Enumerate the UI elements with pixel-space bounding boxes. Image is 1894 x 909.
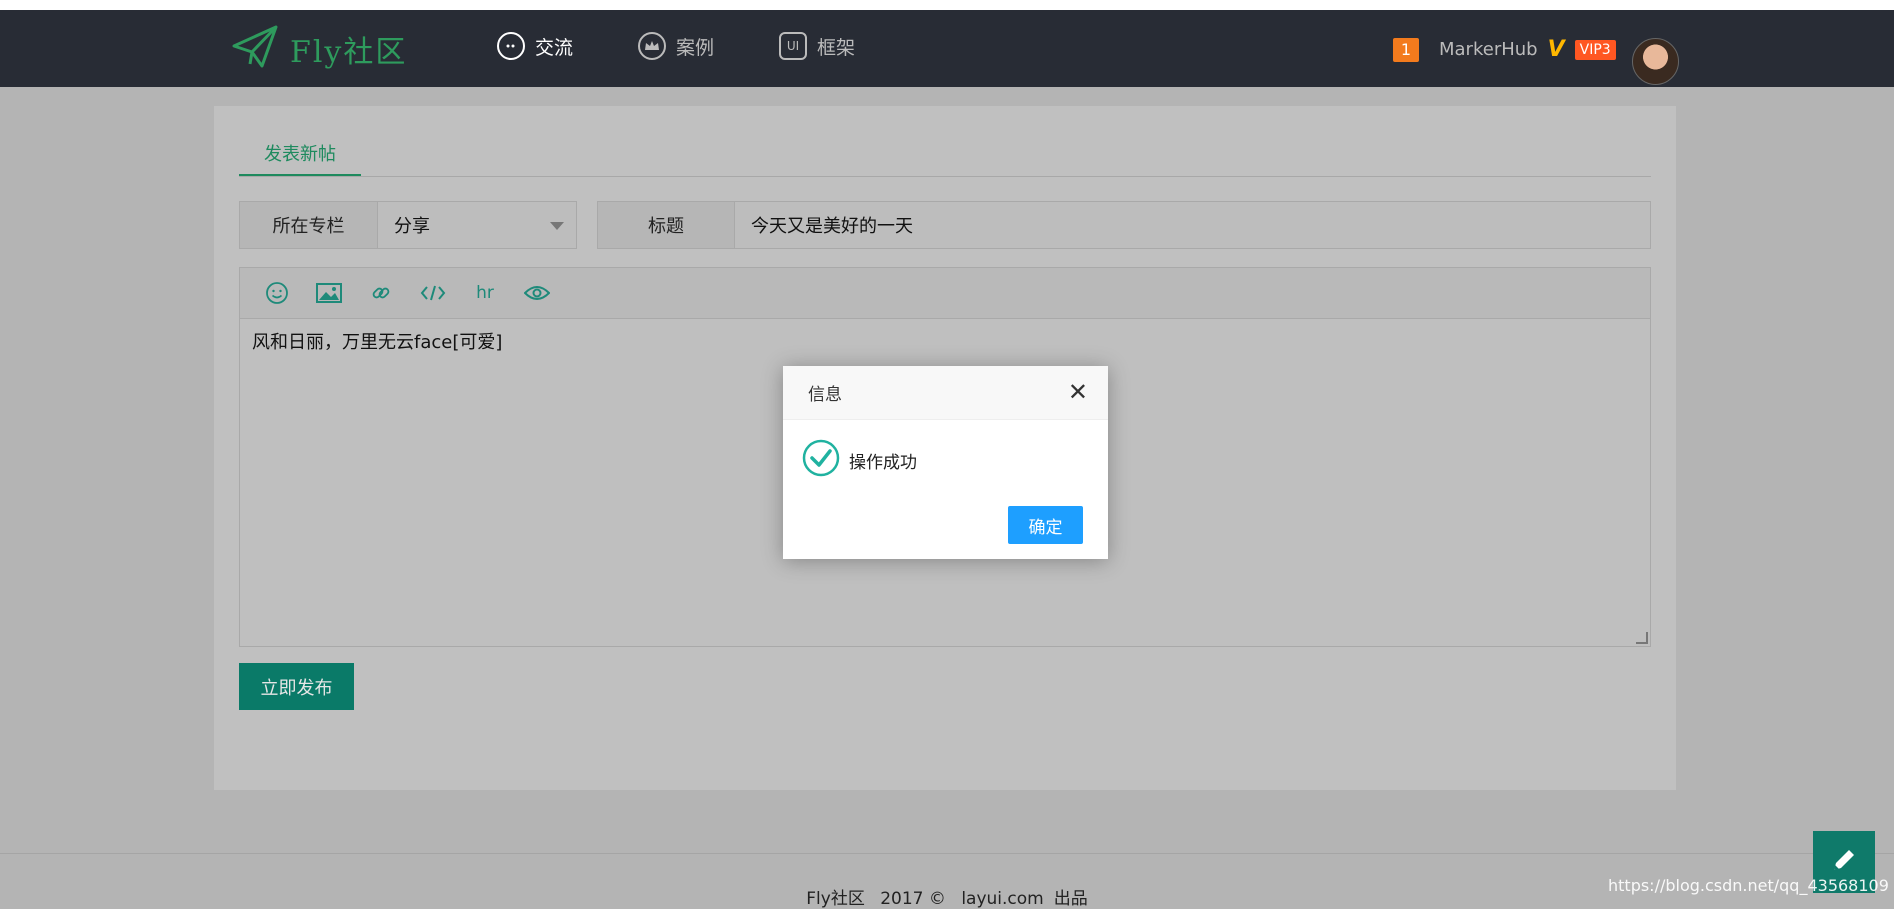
message-count-badge[interactable]: 1 bbox=[1393, 37, 1419, 62]
logo-text: Fly社区 bbox=[290, 35, 408, 70]
preview-eye-icon[interactable] bbox=[524, 280, 550, 306]
footer-site-link[interactable]: Fly社区 bbox=[806, 889, 865, 909]
footer-year: 2017 © bbox=[880, 889, 946, 909]
info-dialog: 信息 ✕ 操作成功 确定 bbox=[783, 366, 1108, 559]
dialog-title: 信息 bbox=[808, 385, 842, 405]
logo[interactable]: Fly社区 bbox=[232, 24, 407, 74]
dialog-header: 信息 ✕ bbox=[783, 366, 1108, 420]
success-check-icon bbox=[801, 438, 841, 483]
resize-handle-icon[interactable] bbox=[1636, 632, 1648, 644]
emoji-icon[interactable] bbox=[264, 280, 290, 306]
chat-icon bbox=[497, 32, 525, 60]
title-field: 标题 今天又是美好的一天 bbox=[597, 201, 1651, 249]
tab-new-post[interactable]: 发表新帖 bbox=[239, 140, 361, 176]
hr-button[interactable]: hr bbox=[472, 280, 498, 306]
avatar[interactable] bbox=[1632, 38, 1679, 85]
navbar: Fly社区 交流 案例 UI 框架 1 MarkerHub V VIP3 bbox=[0, 10, 1894, 87]
publish-button[interactable]: 立即发布 bbox=[239, 663, 354, 710]
editor-toolbar: hr bbox=[240, 268, 1650, 319]
code-icon[interactable] bbox=[420, 280, 446, 306]
title-input[interactable]: 今天又是美好的一天 bbox=[735, 202, 1650, 248]
nav-item-exchange[interactable]: 交流 bbox=[497, 32, 573, 60]
column-label: 所在专栏 bbox=[240, 202, 378, 248]
ok-button[interactable]: 确定 bbox=[1008, 506, 1083, 544]
footer-layui-link[interactable]: layui.com bbox=[961, 889, 1043, 909]
image-icon[interactable] bbox=[316, 280, 342, 306]
nav-item-framework[interactable]: UI 框架 bbox=[779, 32, 855, 60]
chevron-down-icon bbox=[550, 222, 564, 230]
content-textarea[interactable]: 风和日丽，万里无云face[可爱] bbox=[240, 319, 1650, 363]
pencil-icon bbox=[1830, 846, 1858, 878]
dialog-message: 操作成功 bbox=[849, 453, 917, 473]
close-icon[interactable]: ✕ bbox=[1068, 380, 1088, 404]
nav-label: 框架 bbox=[817, 36, 856, 59]
nav-label: 案例 bbox=[676, 36, 715, 59]
column-field: 所在专栏 分享 bbox=[239, 201, 577, 249]
crown-icon bbox=[638, 32, 666, 60]
column-select[interactable]: 分享 bbox=[378, 202, 576, 248]
column-select-value: 分享 bbox=[394, 216, 430, 237]
tab-bar: 发表新帖 bbox=[239, 106, 1651, 177]
footer-suffix: 出品 bbox=[1053, 889, 1088, 909]
title-label: 标题 bbox=[598, 202, 735, 248]
nav-label: 交流 bbox=[535, 36, 574, 59]
footer-divider bbox=[0, 853, 1894, 854]
username-link[interactable]: MarkerHub bbox=[1439, 39, 1538, 60]
user-area: 1 MarkerHub V VIP3 bbox=[1393, 37, 1616, 62]
paper-plane-icon bbox=[232, 24, 280, 74]
dialog-body: 操作成功 bbox=[783, 420, 1108, 483]
nav-item-cases[interactable]: 案例 bbox=[638, 32, 714, 60]
link-icon[interactable] bbox=[368, 280, 394, 306]
watermark-url: https://blog.csdn.net/qq_43568109 bbox=[1608, 876, 1889, 895]
top-strip bbox=[0, 0, 1894, 10]
vip-badge: VIP3 bbox=[1574, 39, 1616, 60]
ui-icon: UI bbox=[779, 32, 807, 60]
verified-icon: V bbox=[1547, 37, 1565, 62]
